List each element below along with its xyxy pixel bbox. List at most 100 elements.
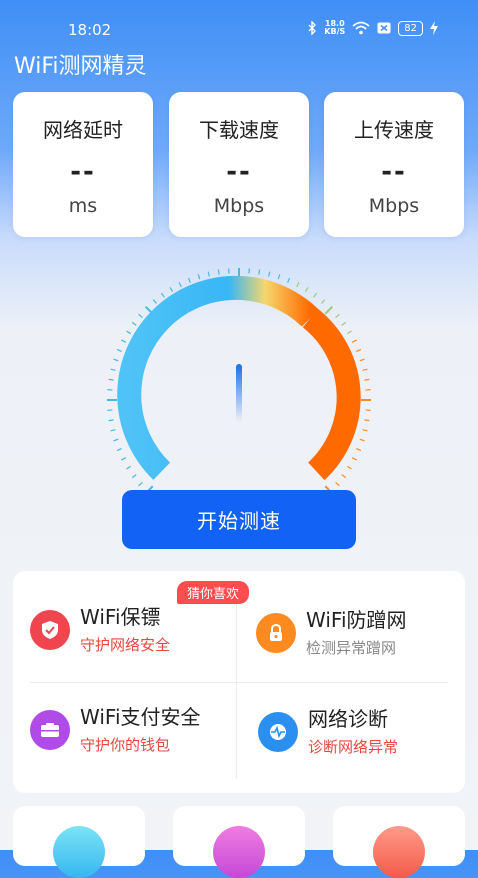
gauge-tick bbox=[117, 449, 122, 451]
gauge-tick bbox=[188, 278, 190, 283]
gauge-tick bbox=[111, 430, 116, 431]
gauge-tick bbox=[126, 331, 130, 334]
tool-title: WiFi支付安全 bbox=[80, 701, 201, 730]
bottom-feature-card-3[interactable] bbox=[333, 806, 465, 866]
gauge-tick bbox=[321, 300, 324, 304]
wifi-bodyguard-item[interactable]: WiFi保镖 守护网络安全 猜你喜欢 bbox=[30, 610, 245, 700]
metric-title: 上传速度 bbox=[324, 114, 464, 143]
gauge-tick bbox=[362, 430, 367, 431]
gauge-tick bbox=[352, 458, 356, 460]
start-speed-test-button[interactable]: 开始测速 bbox=[122, 490, 356, 549]
gauge-tick bbox=[297, 282, 299, 286]
gauge-tick bbox=[356, 349, 361, 351]
metric-unit: Mbps bbox=[324, 195, 464, 217]
gauge-tick bbox=[288, 278, 290, 283]
gauge-tick bbox=[364, 379, 369, 380]
shield-icon bbox=[30, 610, 70, 650]
status-time: 18:02 bbox=[68, 21, 111, 39]
gauge-tick bbox=[336, 482, 340, 485]
gauge-tick bbox=[179, 282, 181, 286]
gauge-tick bbox=[269, 272, 270, 277]
gauge-tick bbox=[336, 314, 340, 317]
status-icons: 18.0 KB/S 82 bbox=[308, 20, 438, 36]
metric-title: 下载速度 bbox=[169, 114, 309, 143]
gauge-tick bbox=[360, 439, 365, 441]
status-bar: 18:02 18.0 KB/S 82 bbox=[0, 0, 478, 44]
gauge-needle bbox=[236, 364, 242, 422]
wallet-icon bbox=[30, 710, 70, 750]
gauge-tick bbox=[278, 274, 280, 279]
gauge-tick bbox=[342, 475, 346, 478]
gauge-tick bbox=[121, 458, 125, 460]
gauge-arc-cool bbox=[129, 288, 310, 471]
latency-card: 网络延时 -- ms bbox=[13, 92, 153, 237]
tool-subtitle: 守护网络安全 bbox=[80, 634, 170, 655]
gauge-tick bbox=[132, 322, 136, 325]
app-title: WiFi测网精灵 bbox=[14, 48, 147, 80]
metric-value: -- bbox=[13, 157, 153, 187]
tool-subtitle: 守护你的钱包 bbox=[80, 734, 170, 755]
battery-indicator: 82 bbox=[398, 21, 423, 36]
gauge-tick bbox=[153, 300, 156, 304]
bottom-feature-card-2[interactable] bbox=[173, 806, 305, 866]
metric-value: -- bbox=[324, 157, 464, 187]
tool-title: 网络诊断 bbox=[308, 703, 388, 732]
tool-title: WiFi保镖 bbox=[80, 601, 161, 630]
gauge-tick bbox=[139, 314, 143, 317]
tools-panel: WiFi保镖 守护网络安全 猜你喜欢 WiFi防蹭网 检测异常蹭网 WiFi支付… bbox=[13, 571, 465, 793]
gauge-tick bbox=[305, 287, 308, 291]
gauge-tick bbox=[161, 293, 164, 297]
gauge-tick bbox=[259, 270, 260, 275]
gauge-tick bbox=[126, 466, 130, 469]
gauge-tick bbox=[325, 307, 332, 314]
gauge-tick bbox=[139, 482, 143, 485]
feature-icon bbox=[213, 826, 265, 878]
gauge-tick bbox=[364, 420, 369, 421]
network-speed-unit: KB/S bbox=[324, 28, 345, 36]
gauge-tick bbox=[113, 359, 118, 361]
network-speed: 18.0 KB/S bbox=[324, 20, 345, 36]
gauge-tick bbox=[198, 274, 200, 279]
metric-value: -- bbox=[169, 157, 309, 187]
speed-gauge bbox=[99, 258, 379, 493]
metric-unit: ms bbox=[13, 195, 153, 217]
gauge-tick bbox=[362, 369, 367, 370]
gauge-tick bbox=[360, 359, 365, 361]
gauge-tick bbox=[113, 439, 118, 441]
bluetooth-icon bbox=[308, 21, 317, 35]
gauge-tick bbox=[347, 466, 351, 469]
recommend-badge: 猜你喜欢 bbox=[177, 581, 249, 604]
gauge-tick bbox=[218, 270, 219, 275]
tool-subtitle: 检测异常蹭网 bbox=[306, 637, 396, 658]
gauge-tick bbox=[121, 340, 125, 342]
wifi-icon bbox=[352, 21, 370, 35]
gauge-tick bbox=[111, 369, 116, 370]
gauge-tick bbox=[117, 349, 122, 351]
tool-title: WiFi防蹭网 bbox=[306, 604, 407, 633]
pulse-icon bbox=[258, 712, 298, 752]
tool-subtitle: 诊断网络异常 bbox=[308, 736, 398, 757]
charging-icon bbox=[430, 21, 438, 35]
gauge-tick bbox=[109, 420, 114, 421]
sim-blocked-icon bbox=[377, 21, 391, 35]
metric-title: 网络延时 bbox=[13, 114, 153, 143]
gauge-tick bbox=[352, 340, 356, 342]
upload-speed-card: 上传速度 -- Mbps bbox=[324, 92, 464, 237]
gauge-tick bbox=[170, 287, 173, 291]
wifi-payment-security-item[interactable]: WiFi支付安全 守护你的钱包 bbox=[30, 710, 245, 800]
gauge-tick bbox=[132, 475, 136, 478]
gauge-tick bbox=[109, 379, 114, 380]
wifi-anti-leech-item[interactable]: WiFi防蹭网 检测异常蹭网 bbox=[256, 613, 471, 703]
network-diagnosis-item[interactable]: 网络诊断 诊断网络异常 bbox=[258, 712, 473, 802]
gauge-tick bbox=[356, 449, 361, 451]
lock-icon bbox=[256, 613, 296, 653]
gauge-tick bbox=[342, 322, 346, 325]
gauge-tick bbox=[314, 293, 317, 297]
metric-unit: Mbps bbox=[169, 195, 309, 217]
feature-icon bbox=[373, 826, 425, 878]
download-speed-card: 下载速度 -- Mbps bbox=[169, 92, 309, 237]
gauge-tick bbox=[347, 331, 351, 334]
gauge-tick bbox=[208, 272, 209, 277]
bottom-feature-card-1[interactable] bbox=[13, 806, 145, 866]
gauge-arc-warm bbox=[310, 318, 348, 471]
